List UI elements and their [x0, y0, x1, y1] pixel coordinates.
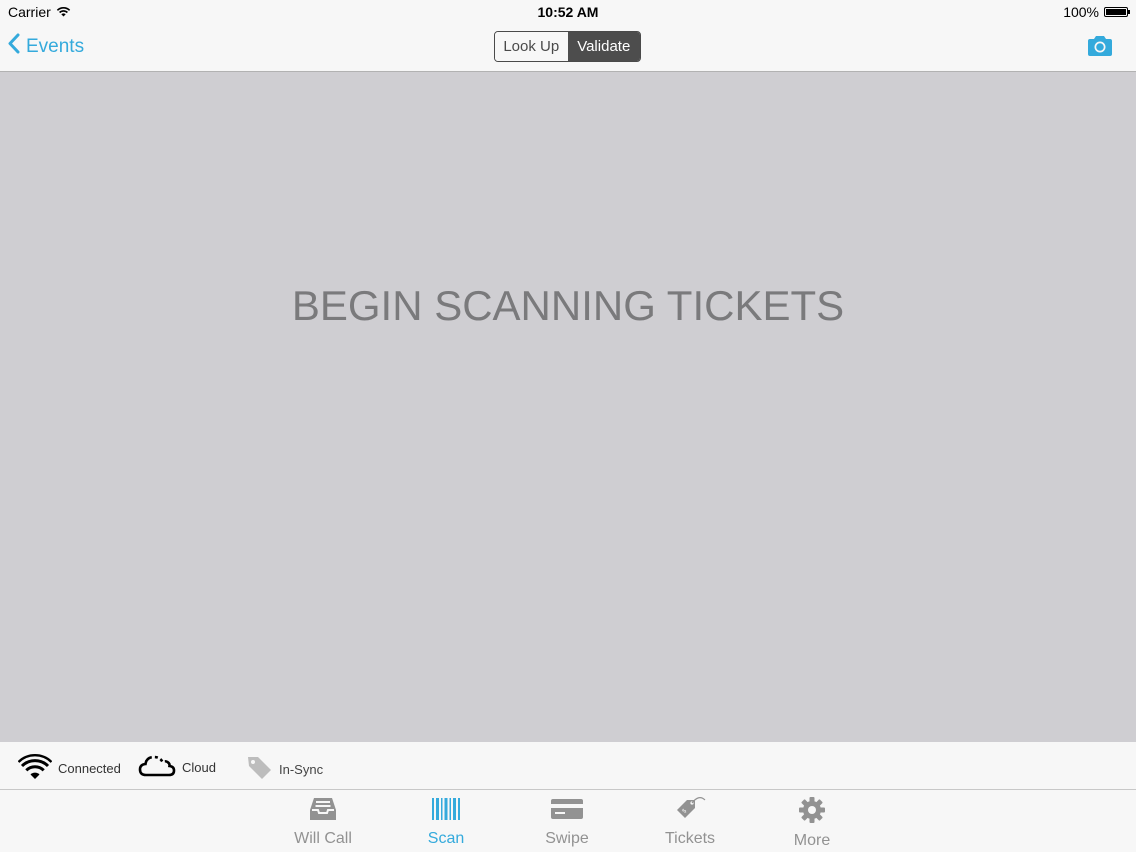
sync-label: In-Sync [279, 761, 324, 777]
segment-validate[interactable]: Validate [567, 32, 640, 61]
scan-prompt: BEGIN SCANNING TICKETS [291, 282, 845, 329]
status-right: 100% [1063, 4, 1130, 20]
wifi-icon [17, 754, 53, 783]
battery-fill [1106, 9, 1126, 15]
tab-tickets[interactable]: $ Tickets [645, 796, 735, 848]
tab-will-call[interactable]: Will Call [278, 796, 368, 848]
camera-button[interactable] [1086, 35, 1114, 62]
back-button[interactable]: Events [8, 33, 84, 60]
tab-label: Will Call [294, 830, 352, 847]
tab-label: Scan [427, 830, 465, 847]
status-bar: Carrier 10:52 AM 100% [0, 0, 1136, 24]
tab-label: Tickets [664, 830, 716, 847]
scanner-area[interactable]: BEGIN SCANNING TICKETS [0, 72, 1136, 742]
sync-status: In-Sync [246, 754, 323, 784]
tab-swipe[interactable]: Swipe [522, 796, 612, 848]
chevron-left-icon [8, 33, 26, 60]
cloud-status: Cloud [138, 754, 216, 781]
battery-percent: 100% [1063, 4, 1099, 20]
connection-status: Connected [17, 754, 121, 783]
mode-segmented-control: Look Up Validate [494, 31, 641, 62]
segment-look-up[interactable]: Look Up [495, 32, 568, 61]
connection-label: Connected [58, 761, 121, 776]
cloud-icon [138, 754, 176, 781]
battery-icon [1104, 7, 1130, 17]
tab-bar: Will Call Scan Swipe $ Tickets More [0, 790, 1136, 852]
camera-icon [1086, 36, 1114, 61]
credit-card-icon [550, 796, 584, 827]
inbox-icon [309, 796, 337, 827]
tab-label: Swipe [545, 830, 589, 847]
gear-icon [797, 796, 827, 829]
tab-label: More [793, 832, 831, 849]
tag-icon: $ [673, 796, 707, 827]
navigation-bar: Events Look Up Validate [0, 24, 1136, 72]
cloud-label: Cloud [182, 760, 216, 775]
tag-outline-icon [246, 754, 273, 784]
screen: Carrier 10:52 AM 100% Events Look Up Val… [0, 0, 1136, 852]
status-time: 10:52 AM [537, 4, 599, 20]
barcode-icon [431, 796, 461, 827]
back-label: Events [26, 35, 85, 57]
tab-more[interactable]: More [767, 796, 857, 850]
tab-scan[interactable]: Scan [401, 796, 491, 848]
connection-status-strip: Connected Cloud In-Sync [0, 742, 1136, 790]
